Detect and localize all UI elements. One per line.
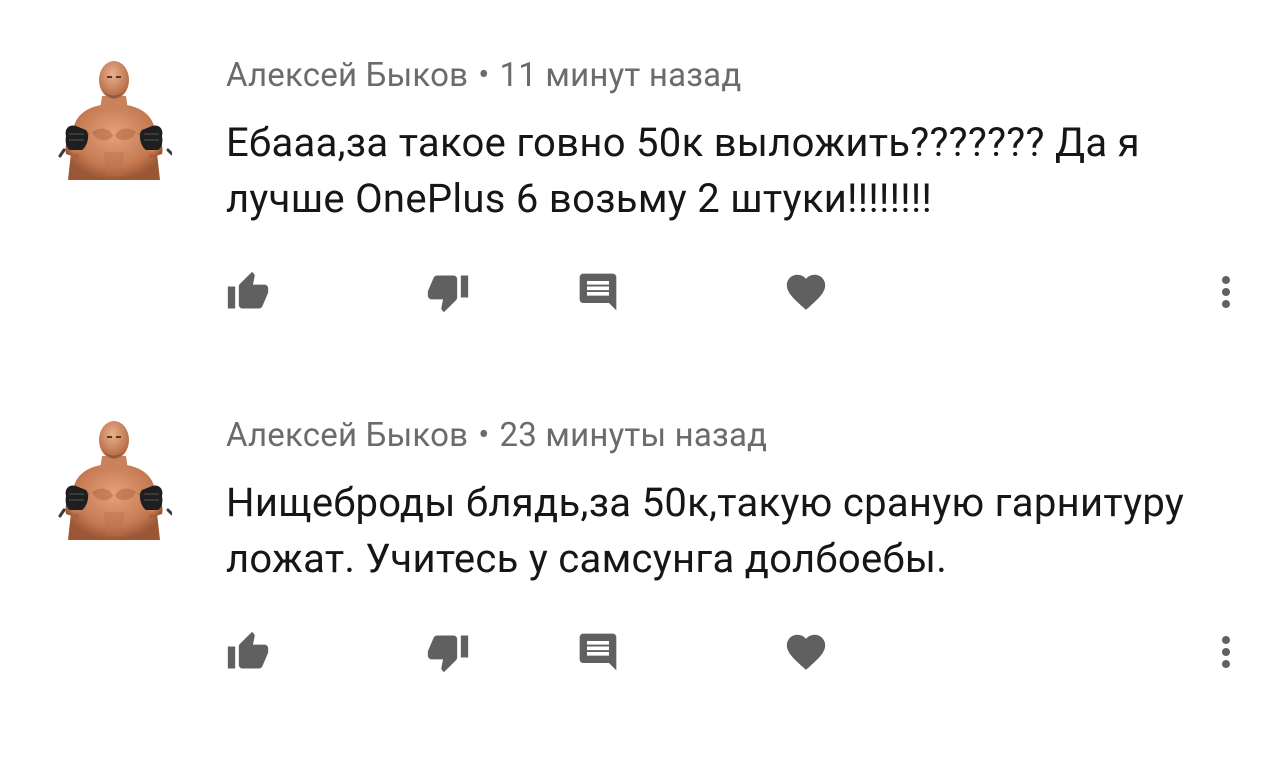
comment-author[interactable]: Алексей Быков xyxy=(226,56,468,95)
heart-icon xyxy=(786,274,826,310)
comment-time: 23 минуты назад xyxy=(499,416,768,455)
avatar[interactable] xyxy=(56,414,172,540)
heart-button[interactable] xyxy=(776,262,836,322)
comment-actions xyxy=(0,622,1280,682)
comment-text: Ебааа,за такое говно 50к выложить???????… xyxy=(226,119,1140,222)
comment-actions xyxy=(0,262,1280,322)
reply-icon xyxy=(579,633,617,671)
thumbs-down-icon xyxy=(427,275,469,313)
more-vert-icon xyxy=(1222,636,1230,668)
comment-meta: Алексей Быков • 11 минут назад xyxy=(226,56,741,95)
avatar-image xyxy=(56,414,172,540)
dislike-button[interactable] xyxy=(418,622,478,682)
dislike-button[interactable] xyxy=(418,262,478,322)
comment-time: 11 минут назад xyxy=(499,56,742,95)
avatar[interactable] xyxy=(56,54,172,180)
reply-icon xyxy=(579,273,617,311)
meta-separator: • xyxy=(478,56,490,95)
reply-button[interactable] xyxy=(568,622,628,682)
like-button[interactable] xyxy=(218,622,278,682)
reply-button[interactable] xyxy=(568,262,628,322)
heart-icon xyxy=(786,634,826,670)
meta-separator: • xyxy=(478,416,490,455)
comment-item: Алексей Быков • 23 минуты назад Нищеброды … xyxy=(0,360,1280,720)
more-options-button[interactable] xyxy=(1196,262,1256,322)
avatar-image xyxy=(56,54,172,180)
thumbs-up-icon xyxy=(227,271,269,309)
comment-text: Нищеброды блядь,за 50к,такую сраную гарн… xyxy=(226,479,1185,582)
comment-author[interactable]: Алексей Быков xyxy=(226,416,468,455)
thumbs-down-icon xyxy=(427,635,469,673)
heart-button[interactable] xyxy=(776,622,836,682)
comment-meta: Алексей Быков • 23 минуты назад xyxy=(226,416,767,455)
more-vert-icon xyxy=(1222,276,1230,308)
like-button[interactable] xyxy=(218,262,278,322)
comment-item: Алексей Быков • 11 минут назад Ебааа,за та… xyxy=(0,0,1280,360)
more-options-button[interactable] xyxy=(1196,622,1256,682)
thumbs-up-icon xyxy=(227,631,269,669)
